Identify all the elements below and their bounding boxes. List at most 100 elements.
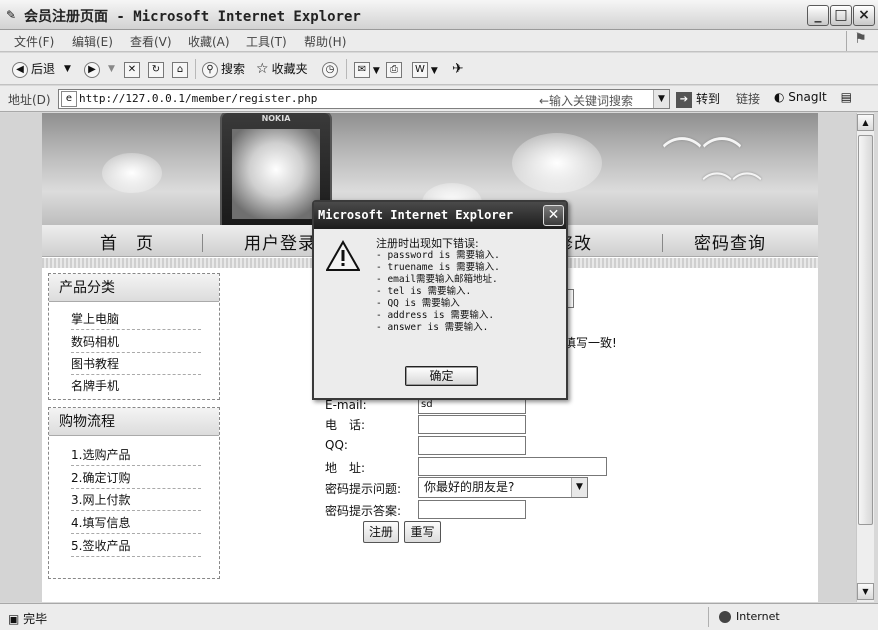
back-arrow-icon: ◀ (12, 61, 28, 78)
scroll-thumb[interactable] (858, 135, 873, 525)
toolbar-separator (346, 59, 347, 79)
qq-field[interactable] (418, 436, 526, 455)
mail-button[interactable]: ✉ ▼ (354, 59, 380, 79)
favorites-button[interactable]: ☆ 收藏夹 (256, 59, 308, 79)
shopping-process-box: 购物流程 1.选购产品 2.确定订购 3.网上付款 4.填写信息 5.签收产品 (48, 407, 220, 579)
category-item[interactable]: 名牌手机 (71, 375, 201, 397)
windows-logo-icon: ⚑ (846, 31, 874, 51)
chevron-down-icon: ▼ (571, 478, 587, 497)
zone-label: Internet (736, 610, 780, 623)
error-line: - tel is 需要输入. (376, 286, 472, 297)
forward-arrow-icon: ▶ (84, 61, 100, 78)
title-bar: ✎ 会员注册页面 - Microsoft Internet Explorer _… (0, 0, 878, 30)
refresh-icon: ↻ (148, 61, 164, 78)
globe-icon (719, 611, 731, 623)
category-item[interactable]: 图书教程 (71, 353, 201, 375)
search-label: 搜索 (221, 62, 246, 76)
history-icon: ◷ (322, 61, 338, 78)
form-note: 填写一致! (564, 336, 617, 350)
category-item[interactable]: 数码相机 (71, 331, 201, 353)
minimize-button[interactable]: _ (807, 5, 829, 26)
security-answer-label: 密码提示答案: (325, 504, 402, 518)
process-step: 2.确定订购 (71, 467, 201, 489)
url-text[interactable]: http://127.0.0.1/member/register.php (79, 92, 317, 105)
phone-brand: NOKIA (261, 114, 291, 123)
process-step: 1.选购产品 (71, 444, 201, 466)
process-title: 购物流程 (49, 408, 219, 436)
sparkle (512, 133, 602, 193)
forward-button[interactable]: ▶ (84, 59, 103, 79)
address-dropdown-icon[interactable]: ▼ (653, 90, 669, 108)
category-item[interactable]: 掌上电脑 (71, 308, 201, 330)
print-button[interactable]: ⎙ (386, 59, 402, 79)
vertical-scrollbar[interactable]: ▲ ▼ (856, 113, 874, 602)
address-label: 地址(D) (8, 93, 51, 107)
menu-view[interactable]: 查看(V) (130, 33, 172, 50)
close-button[interactable]: × (853, 5, 875, 26)
home-button[interactable]: ⌂ (172, 59, 188, 79)
ok-button[interactable]: 确定 (405, 366, 478, 386)
register-button[interactable]: 注册 (363, 521, 399, 543)
page-done-icon: ▣ (8, 612, 24, 626)
dialog-title: Microsoft Internet Explorer (318, 208, 514, 222)
links-button[interactable]: 链接 (736, 90, 760, 107)
menu-file[interactable]: 文件(F) (14, 33, 54, 50)
phone-screen (232, 129, 320, 219)
search-button[interactable]: ⚲ 搜索 (202, 59, 245, 79)
address-bar: 地址(D) e http://127.0.0.1/member/register… (0, 86, 878, 112)
star-icon: ☆ (256, 61, 269, 77)
security-question-value: 你最好的朋友是? (424, 480, 515, 494)
messenger-icon: ✈ (452, 61, 464, 77)
address-field[interactable] (418, 457, 607, 476)
security-answer-field[interactable] (418, 500, 526, 519)
toolbar-separator (195, 59, 196, 79)
process-step: 3.网上付款 (71, 489, 201, 511)
error-line: - answer is 需要输入. (376, 322, 489, 333)
nav-login[interactable]: 用户登录 (244, 229, 316, 254)
status-text: ▣ 完毕 (8, 610, 47, 627)
go-button[interactable]: ➔ 转到 (676, 90, 720, 108)
dialog-close-button[interactable]: ✕ (543, 205, 564, 226)
error-line: - QQ is 需要输入 (376, 298, 460, 309)
menu-favorites[interactable]: 收藏(A) (188, 33, 230, 50)
stop-button[interactable]: ✕ (124, 59, 140, 79)
alert-dialog: Microsoft Internet Explorer ✕ 注册时出现如下错误:… (312, 200, 568, 400)
process-step: 4.填写信息 (71, 512, 201, 534)
nav-password-lookup[interactable]: 密码查询 (694, 229, 766, 254)
address-input[interactable]: e http://127.0.0.1/member/register.php ←… (58, 89, 670, 109)
edit-button[interactable]: W ▼ (412, 59, 438, 79)
reset-button[interactable]: 重写 (404, 521, 441, 543)
messenger-button[interactable]: ✈ (452, 59, 464, 79)
snagit-button[interactable]: ◐ SnagIt ▤ (774, 90, 852, 104)
scroll-up-icon[interactable]: ▲ (857, 114, 874, 131)
scroll-down-icon[interactable]: ▼ (857, 583, 874, 600)
snagit-label: SnagIt (788, 90, 827, 104)
word-edit-icon: W (412, 61, 428, 78)
history-button[interactable]: ◷ (322, 59, 341, 79)
nav-separator (202, 234, 203, 252)
error-heading: 注册时出现如下错误: (376, 237, 479, 250)
nav-home[interactable]: 首 页 (100, 229, 154, 254)
favorites-label: 收藏夹 (271, 62, 308, 76)
process-step: 5.签收产品 (71, 535, 201, 557)
home-icon: ⌂ (172, 61, 188, 78)
tel-field[interactable] (418, 415, 526, 434)
page-icon: e (61, 91, 77, 107)
back-button[interactable]: ◀ 后退 (12, 59, 55, 79)
menu-help[interactable]: 帮助(H) (304, 33, 346, 50)
security-question-label: 密码提示问题: (325, 482, 402, 496)
back-dropdown-icon[interactable]: ▼ (64, 59, 71, 79)
maximize-button[interactable]: □ (830, 5, 852, 26)
mail-icon: ✉ (354, 61, 370, 78)
security-question-select[interactable]: 你最好的朋友是? ▼ (418, 477, 588, 498)
menu-edit[interactable]: 编辑(E) (72, 33, 113, 50)
seagull-image: ⌒⌒ (702, 171, 762, 206)
categories-title: 产品分类 (49, 274, 219, 302)
forward-dropdown-icon[interactable]: ▼ (108, 59, 115, 79)
refresh-button[interactable]: ↻ (148, 59, 164, 79)
dialog-title-bar: Microsoft Internet Explorer ✕ (314, 202, 566, 229)
qq-label: QQ: (325, 438, 348, 452)
stop-icon: ✕ (124, 61, 140, 78)
menu-tools[interactable]: 工具(T) (246, 33, 287, 50)
go-arrow-icon: ➔ (676, 91, 692, 108)
